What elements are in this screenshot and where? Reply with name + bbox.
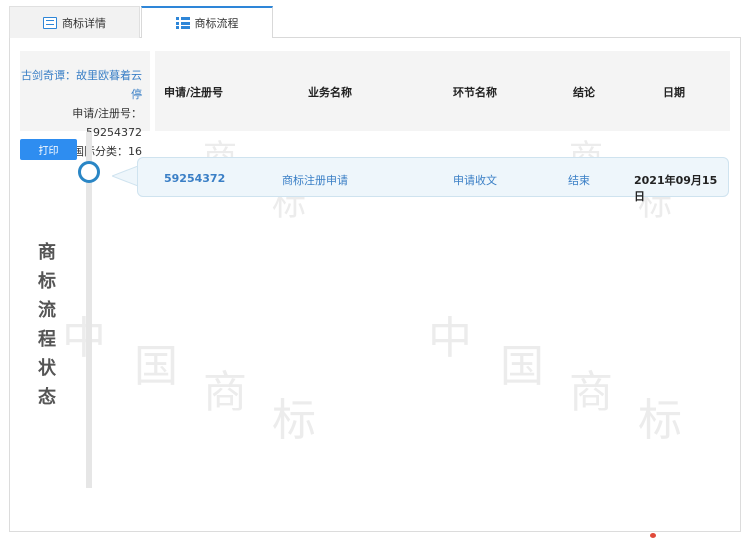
row-pointer-arrow bbox=[112, 166, 140, 187]
flow-status-title: 商 标 流 程 状 态 bbox=[35, 238, 59, 412]
tab-trademark-detail[interactable]: 商标详情 bbox=[9, 6, 140, 38]
title-char: 程 bbox=[38, 329, 56, 350]
tab-bar: 商标详情 商标流程 bbox=[9, 6, 741, 39]
title-char: 态 bbox=[38, 387, 56, 408]
row-step: 申请收文 bbox=[453, 174, 497, 187]
registration-number: 申请/注册号：59254372 bbox=[72, 107, 142, 139]
tab-label: 商标流程 bbox=[194, 17, 239, 30]
title-char: 标 bbox=[38, 271, 56, 292]
column-header-step: 环节名称 bbox=[453, 86, 497, 99]
column-header-reg-no: 申请/注册号 bbox=[164, 86, 224, 99]
trademark-info: 古剑奇谭：故里欧暮着云停 申请/注册号：59254372 国际分类：16 bbox=[20, 51, 150, 158]
row-date: 2021年09月15日 bbox=[634, 174, 718, 203]
column-header-result: 结论 bbox=[573, 86, 595, 99]
document-icon bbox=[43, 16, 57, 29]
row-result: 结束 bbox=[568, 174, 590, 187]
title-char: 状 bbox=[38, 358, 56, 379]
print-button[interactable]: 打印 bbox=[20, 139, 77, 160]
timeline-line bbox=[86, 132, 92, 488]
tab-trademark-flow[interactable]: 商标流程 bbox=[141, 6, 273, 39]
column-header-date: 日期 bbox=[663, 86, 685, 99]
timeline-node bbox=[78, 161, 100, 183]
row-reg-no: 59254372 bbox=[164, 172, 226, 185]
status-dot bbox=[650, 533, 656, 538]
table-header: 申请/注册号 业务名称 环节名称 结论 日期 bbox=[155, 51, 730, 131]
tab-label: 商标详情 bbox=[62, 16, 106, 30]
table-row: 59254372 商标注册申请 申请收文 结束 2021年09月15日 bbox=[137, 157, 729, 203]
trademark-name[interactable]: 古剑奇谭：故里欧暮着云停 bbox=[20, 66, 142, 104]
title-char: 流 bbox=[38, 300, 56, 321]
title-char: 商 bbox=[38, 242, 56, 263]
row-business: 商标注册申请 bbox=[282, 174, 348, 187]
list-icon bbox=[175, 17, 190, 29]
column-header-business: 业务名称 bbox=[308, 86, 352, 99]
